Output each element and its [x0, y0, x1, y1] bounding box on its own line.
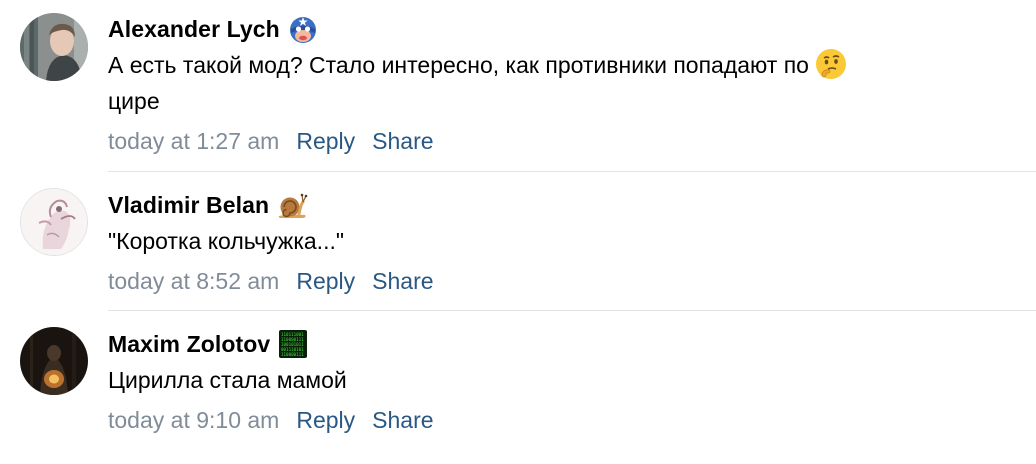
comment-text: "Коротка кольчужка...": [108, 228, 345, 254]
share-button[interactable]: Share: [372, 128, 433, 155]
snail-icon: [277, 190, 308, 220]
binary-code-icon: 110111001 110000111 100101011 001110101 …: [278, 329, 308, 359]
comment-timestamp[interactable]: today at 9:10 am: [108, 407, 279, 434]
reply-button[interactable]: Reply: [296, 128, 355, 155]
superhero-mask-icon: [288, 14, 318, 44]
share-button[interactable]: Share: [372, 268, 433, 295]
author-name[interactable]: Vladimir Belan: [108, 192, 269, 219]
avatar[interactable]: [20, 327, 88, 395]
comment-item: Vladimir Belan "Коротка кольчужка..." to…: [0, 172, 1036, 310]
author-name[interactable]: Maxim Zolotov: [108, 331, 270, 358]
share-button[interactable]: Share: [372, 407, 433, 434]
comment-timestamp[interactable]: today at 1:27 am: [108, 128, 279, 155]
reply-button[interactable]: Reply: [296, 268, 355, 295]
comment-text: Цирилла стала мамой: [108, 367, 347, 393]
comment-item: Alexander Lych А есть такой мод? Стало и…: [0, 0, 1036, 170]
avatar[interactable]: [20, 188, 88, 256]
comment-timestamp[interactable]: today at 8:52 am: [108, 268, 279, 295]
author-name[interactable]: Alexander Lych: [108, 16, 280, 43]
reply-button[interactable]: Reply: [296, 407, 355, 434]
comment-text: А есть такой мод? Стало интересно, как п…: [108, 47, 1036, 119]
svg-text:110000111: 110000111: [281, 352, 304, 357]
avatar[interactable]: [20, 13, 88, 81]
thinking-face-icon: [815, 48, 847, 80]
comment-item: Maxim Zolotov 110111001 110000111 100101…: [0, 311, 1036, 464]
